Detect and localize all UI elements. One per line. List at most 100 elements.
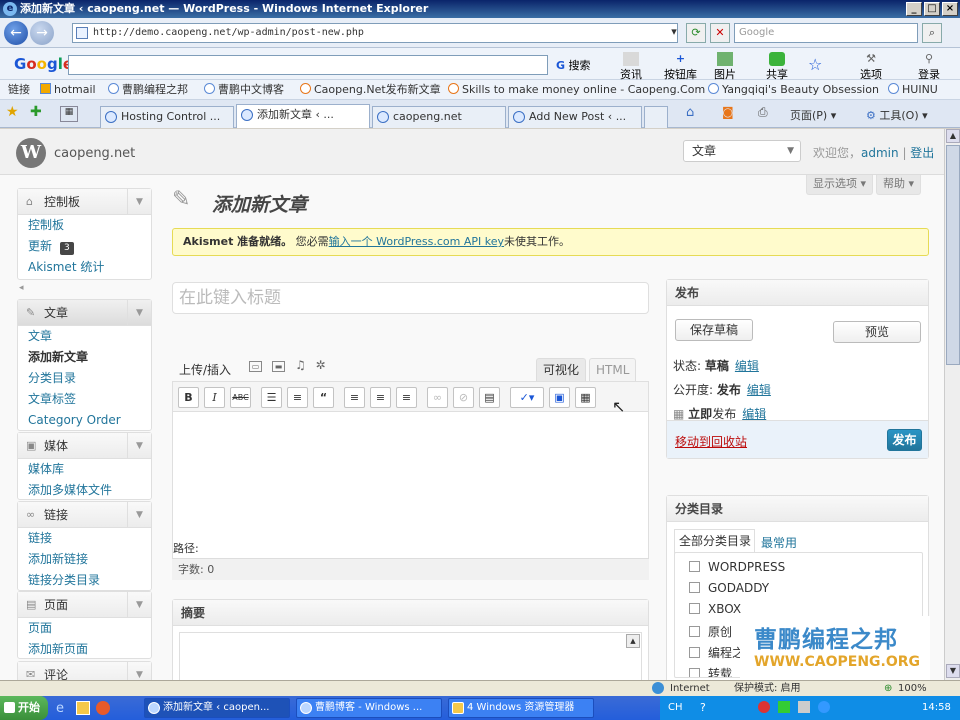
close-window-button[interactable]: × (942, 2, 958, 16)
sidebar-item-akismet[interactable]: Akismet 统计 (18, 257, 151, 278)
sidebar-item-tags[interactable]: 文章标签 (18, 389, 151, 410)
menu-head-links[interactable]: ∞ 链接 ▼ (18, 502, 151, 528)
tab-visual[interactable]: 可视化 (536, 358, 587, 381)
menu-head-posts[interactable]: ✎ 文章 ▼ (18, 300, 151, 326)
news-button[interactable]: 资讯 (620, 52, 642, 82)
tools-menu[interactable]: ⚙ 工具(O) ▾ (866, 107, 928, 123)
edit-schedule-link[interactable]: 编辑 (742, 407, 766, 421)
chevron-down-icon[interactable]: ▼ (127, 662, 151, 680)
akismet-api-key-link[interactable]: 输入一个 WordPress.com API key (329, 235, 504, 248)
tray-volume-icon[interactable] (798, 701, 810, 713)
checkbox[interactable] (689, 582, 700, 593)
add-video-icon[interactable]: ▬ (272, 361, 285, 372)
checkbox[interactable] (689, 561, 700, 572)
feeds-icon[interactable]: ◙ (722, 105, 734, 119)
images-button[interactable]: 图片 (714, 52, 736, 82)
search-icon[interactable]: ⌕ (922, 23, 942, 43)
sidebar-item-add-media[interactable]: 添加多媒体文件 (18, 480, 151, 501)
link-skills-money[interactable]: Skills to make money online - Caopeng.Co… (448, 80, 705, 99)
menu-head-pages[interactable]: ▤ 页面 ▼ (18, 592, 151, 618)
menu-head-comments[interactable]: ✉ 评论 ▼ (18, 662, 151, 680)
excerpt-textarea[interactable] (179, 632, 642, 680)
task-add-new-post[interactable]: 添加新文章 ‹ caopen... (144, 698, 290, 718)
menu-head-dashboard[interactable]: ⌂ 控制板 ▼ (18, 189, 151, 215)
help-tab[interactable]: 帮助 ▾ (876, 175, 922, 195)
google-search-button[interactable]: G 搜索 (556, 57, 591, 73)
move-to-trash-link[interactable]: 移动到回收站 (675, 433, 747, 450)
save-draft-button[interactable]: 保存草稿 (675, 319, 753, 341)
sidebar-item-add-page[interactable]: 添加新页面 (18, 639, 151, 660)
site-name[interactable]: caopeng.net (54, 146, 135, 161)
unlink-icon[interactable]: ⊘ (453, 387, 474, 408)
insert-link-icon[interactable]: ∞ (427, 387, 448, 408)
menu-head-media[interactable]: ▣ 媒体 ▼ (18, 433, 151, 459)
checkbox[interactable] (689, 626, 700, 637)
page-scrollbar[interactable]: ▲ ▼ (944, 129, 960, 680)
insert-more-icon[interactable]: ▤ (479, 387, 500, 408)
add-image-icon[interactable]: ▭ (249, 361, 262, 372)
sidebar-item-add-link[interactable]: 添加新链接 (18, 549, 151, 570)
post-title-input[interactable]: 在此键入标题 (172, 282, 649, 314)
align-left-icon[interactable]: ≡ (344, 387, 365, 408)
print-icon[interactable]: ⎙ (758, 105, 768, 120)
categories-title[interactable]: 分类目录 (667, 496, 928, 522)
favorites-star-icon[interactable]: ★ (6, 104, 19, 120)
link-huinu[interactable]: HUINU (888, 80, 938, 99)
favorite-actions-select[interactable]: 文章 ▼ (683, 140, 801, 162)
options-button[interactable]: ⚒ 选项 (860, 52, 882, 82)
checkbox[interactable] (689, 647, 700, 658)
tab-add-new-post[interactable]: 添加新文章 ‹ ... (236, 104, 370, 128)
publish-title[interactable]: 发布 (667, 280, 928, 306)
sidebar-item-dashboard[interactable]: 控制板 (18, 215, 151, 236)
home-icon[interactable]: ⌂ (686, 105, 694, 120)
chevron-down-icon[interactable]: ▼ (127, 433, 151, 458)
scroll-thumb[interactable] (946, 145, 960, 365)
edit-status-link[interactable]: 编辑 (735, 359, 759, 373)
scroll-up-icon[interactable]: ▲ (626, 634, 640, 648)
kitchen-sink-icon[interactable]: ▦ (575, 387, 596, 408)
task-explorer[interactable]: 4 Windows 资源管理器 (448, 698, 594, 718)
checkbox[interactable] (689, 668, 700, 677)
chevron-down-icon[interactable]: ▼ (127, 592, 151, 617)
chevron-down-icon[interactable]: ▼ (127, 300, 151, 325)
category-item[interactable]: WORDPRESS (689, 560, 785, 574)
sidebar-item-link-categories[interactable]: 链接分类目录 (18, 570, 151, 591)
quick-tabs-icon[interactable]: ▦ (60, 106, 78, 122)
logout-link[interactable]: 登出 (910, 146, 934, 160)
address-input[interactable]: http://demo.caopeng.net/wp-admin/post-ne… (72, 23, 678, 43)
sidebar-item-add-new-post[interactable]: 添加新文章 (18, 347, 151, 368)
scroll-down-icon[interactable]: ▼ (946, 664, 960, 678)
category-item[interactable]: GODADDY (689, 581, 769, 595)
tab-all-categories[interactable]: 全部分类目录 (674, 529, 755, 553)
task-caopeng-blog[interactable]: 曹鹏博客 - Windows ... (296, 698, 442, 718)
maximize-button[interactable]: □ (924, 2, 940, 16)
chevron-down-icon[interactable]: ▼ (127, 189, 151, 214)
app-quicklaunch-icon[interactable] (96, 701, 110, 715)
excerpt-title[interactable]: 摘要 (173, 600, 648, 626)
sidebar-item-media-library[interactable]: 媒体库 (18, 459, 151, 480)
wordpress-logo-icon[interactable]: W (16, 138, 46, 168)
back-button[interactable]: ← (4, 21, 28, 45)
screen-options-tab[interactable]: 显示选项 ▾ (806, 175, 874, 195)
strikethrough-icon[interactable]: ABC (230, 387, 251, 408)
tab-popular-categories[interactable]: 最常用 (761, 534, 797, 551)
share-button[interactable]: 共享 (766, 52, 788, 82)
sidebar-item-links[interactable]: 链接 (18, 528, 151, 549)
link-caopeng-blog[interactable]: 曹鹏中文博客 (204, 80, 284, 99)
add-audio-icon[interactable]: ♫ (294, 359, 307, 372)
category-item[interactable]: 转载 (689, 665, 732, 677)
google-search-input[interactable] (68, 55, 548, 75)
page-menu[interactable]: 页面(P) ▾ (790, 107, 836, 123)
collapse-menu-icon[interactable]: ◂ (19, 283, 24, 293)
link-yangqiqi[interactable]: Yangqiqi's Beauty Obsession (708, 80, 879, 99)
new-tab-button[interactable] (644, 106, 668, 128)
ie-quicklaunch-icon[interactable]: e (56, 701, 64, 716)
bullet-list-icon[interactable]: ☰ (261, 387, 282, 408)
minimize-button[interactable]: _ (906, 2, 922, 16)
scroll-up-icon[interactable]: ▲ (946, 129, 960, 143)
tab-hosting-control[interactable]: Hosting Control ... (100, 106, 234, 128)
login-button[interactable]: ⚲ 登录 (918, 52, 940, 82)
bold-icon[interactable]: B (178, 387, 199, 408)
edit-visibility-link[interactable]: 编辑 (747, 383, 771, 397)
chevron-down-icon[interactable]: ▼ (127, 502, 151, 527)
